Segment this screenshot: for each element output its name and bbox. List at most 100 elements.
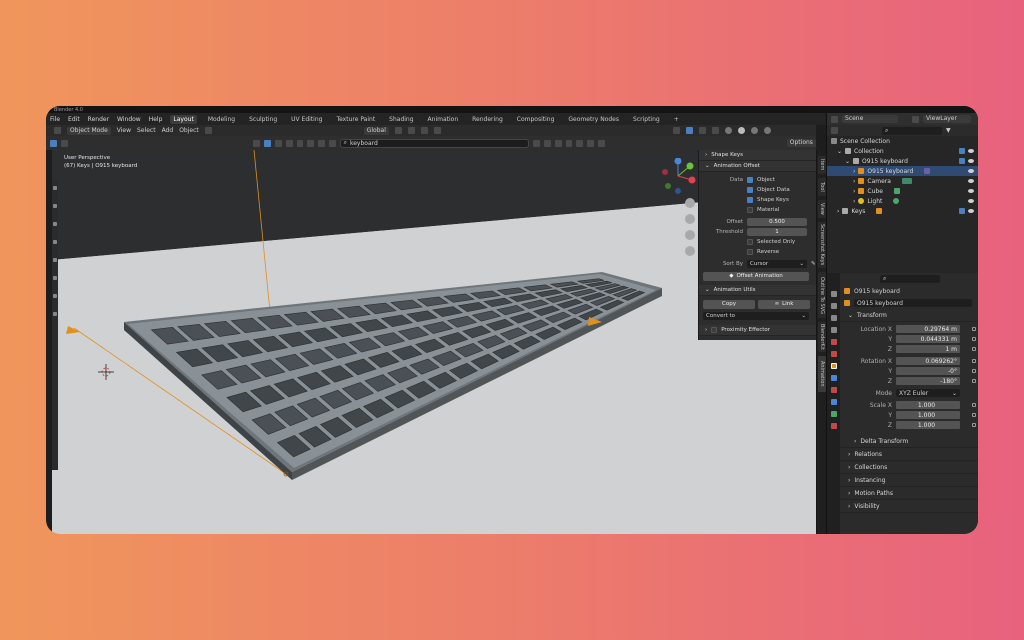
lock-icon[interactable] — [972, 347, 976, 351]
annotate-tool-icon[interactable] — [53, 294, 57, 298]
options-dropdown[interactable]: Options — [786, 139, 816, 147]
motion-paths-section[interactable]: › Motion Paths — [840, 487, 978, 500]
link-button[interactable]: ∞ Link — [758, 299, 810, 309]
light-icon[interactable] — [318, 139, 325, 147]
transform-orientation-dropdown[interactable]: Global — [363, 126, 389, 135]
scale-y-field[interactable]: 1.000 — [896, 411, 960, 419]
rotation-z-field[interactable]: -180° — [896, 377, 960, 385]
falloff-icon[interactable] — [433, 127, 441, 134]
lock-icon[interactable] — [972, 359, 976, 363]
offset-animation-button[interactable]: ◆ Offset Animation — [703, 271, 809, 281]
camera-icon[interactable] — [328, 139, 336, 147]
view-icon[interactable] — [253, 139, 261, 147]
camera-view-icon[interactable] — [685, 230, 695, 240]
object-checkbox[interactable] — [747, 177, 753, 183]
editor-type-icon[interactable] — [54, 127, 61, 134]
select-icon[interactable] — [264, 139, 272, 147]
x-axis-icon[interactable] — [688, 176, 696, 184]
outliner-row-light[interactable]: › Light — [827, 196, 978, 206]
properties-search-input[interactable]: ⌕ — [880, 275, 940, 283]
match-case-icon[interactable] — [533, 139, 541, 147]
view-layer-icon[interactable] — [830, 327, 837, 333]
xray-icon[interactable] — [711, 127, 719, 134]
neg-z-axis-icon[interactable] — [675, 188, 681, 194]
proximity-effector-checkbox[interactable] — [711, 327, 718, 333]
filter-settings-icon[interactable] — [554, 139, 562, 147]
modifier-properties-icon[interactable] — [830, 375, 837, 381]
shading-material-icon[interactable] — [750, 127, 758, 134]
sidebar-tab-animation[interactable]: Animation — [818, 356, 826, 392]
lock-icon[interactable] — [972, 403, 976, 407]
snap-icon[interactable] — [407, 127, 415, 134]
pivot-icon[interactable] — [394, 127, 402, 134]
material-icon[interactable] — [285, 139, 293, 147]
shield-icon[interactable] — [597, 139, 605, 147]
menu-edit[interactable]: Edit — [68, 116, 80, 123]
object-icon[interactable] — [275, 139, 282, 147]
sidebar-tab-screenshot-keys[interactable]: Screenshot Keys — [818, 222, 826, 268]
relations-section[interactable]: › Relations — [840, 448, 978, 461]
modifier-icon[interactable] — [296, 139, 304, 147]
lock-icon[interactable] — [972, 337, 976, 341]
world-icon[interactable] — [830, 351, 837, 357]
shading-wireframe-icon[interactable] — [724, 127, 732, 134]
workspace-tab-texture-paint[interactable]: Texture Paint — [333, 115, 378, 124]
outliner-row-keyboard-object[interactable]: › O915 keyboard — [827, 166, 978, 176]
visibility-icon[interactable] — [672, 127, 680, 134]
material-checkbox[interactable] — [747, 207, 753, 213]
shape-keys-checkbox[interactable] — [747, 197, 753, 203]
neg-x-axis-icon[interactable] — [662, 169, 668, 175]
outliner-row-camera[interactable]: › Camera — [827, 176, 978, 186]
material-properties-icon[interactable] — [830, 423, 837, 429]
workspace-tab-sculpting[interactable]: Sculpting — [246, 115, 280, 124]
location-z-field[interactable]: 1 m — [896, 345, 960, 353]
eyedropper-icon[interactable]: ✎ — [811, 261, 816, 267]
sidebar-tab-tool[interactable]: Tool — [818, 178, 826, 196]
menu-view[interactable]: View — [117, 127, 131, 134]
proportional-edit-icon[interactable] — [420, 127, 428, 134]
eye-icon[interactable] — [968, 169, 974, 173]
scale-z-field[interactable]: 1.000 — [896, 421, 960, 429]
transform-section-header[interactable]: ⌄ Transform — [840, 309, 978, 322]
exclude-icon[interactable] — [544, 139, 551, 147]
rotation-mode-dropdown[interactable]: XYZ Euler ⌄ — [896, 389, 960, 397]
eye-icon[interactable] — [968, 149, 974, 153]
search-input[interactable]: ⌕ keyboard — [339, 138, 530, 148]
menu-select[interactable]: Select — [137, 127, 156, 134]
lock-icon[interactable] — [972, 327, 976, 331]
outliner-row-cube[interactable]: › Cube — [827, 186, 978, 196]
restrict-icon[interactable] — [587, 139, 594, 147]
rotation-x-field[interactable]: 0.069262° — [896, 357, 960, 365]
delta-transform-section[interactable]: › Delta Transform — [840, 435, 978, 448]
filter-icon[interactable] — [50, 139, 57, 147]
workspace-tab-animation[interactable]: Animation — [425, 115, 462, 124]
menu-object[interactable]: Object — [179, 127, 199, 134]
select-tool-icon[interactable] — [53, 186, 57, 190]
rotation-y-field[interactable]: -0° — [896, 367, 960, 375]
workspace-tab-modeling[interactable]: Modeling — [205, 115, 238, 124]
menu-help[interactable]: Help — [149, 116, 163, 123]
tool-settings-icon[interactable] — [830, 291, 837, 297]
cursor-tool-icon[interactable] — [53, 204, 57, 208]
eye-icon[interactable] — [968, 189, 974, 193]
threshold-field[interactable]: 1 — [747, 228, 807, 236]
transform-tool-icon[interactable] — [53, 276, 57, 280]
y-axis-icon[interactable] — [686, 162, 694, 170]
move-tool-icon[interactable] — [53, 222, 57, 226]
copy-button[interactable]: Copy — [703, 299, 755, 309]
display-mode-icon[interactable] — [831, 127, 838, 134]
lock-icon[interactable] — [972, 379, 976, 383]
instancing-section[interactable]: › Instancing — [840, 474, 978, 487]
menu-add[interactable]: Add — [162, 127, 174, 134]
outliner-row-collection[interactable]: ⌄ Collection — [827, 146, 978, 156]
collections-section[interactable]: › Collections — [840, 461, 978, 474]
include-checkbox[interactable] — [959, 208, 965, 214]
object-mode-dropdown[interactable]: Object Mode — [67, 126, 111, 135]
sidebar-tab-blenderkit[interactable]: BlenderKit — [818, 322, 826, 352]
physics-icon[interactable] — [830, 399, 837, 405]
filter-icon[interactable]: ▼ — [946, 127, 951, 134]
scene-selector[interactable]: Scene — [842, 115, 898, 123]
sidebar-tab-item[interactable]: Item — [818, 156, 826, 174]
eye-icon[interactable] — [968, 209, 974, 213]
measure-tool-icon[interactable] — [53, 312, 57, 316]
